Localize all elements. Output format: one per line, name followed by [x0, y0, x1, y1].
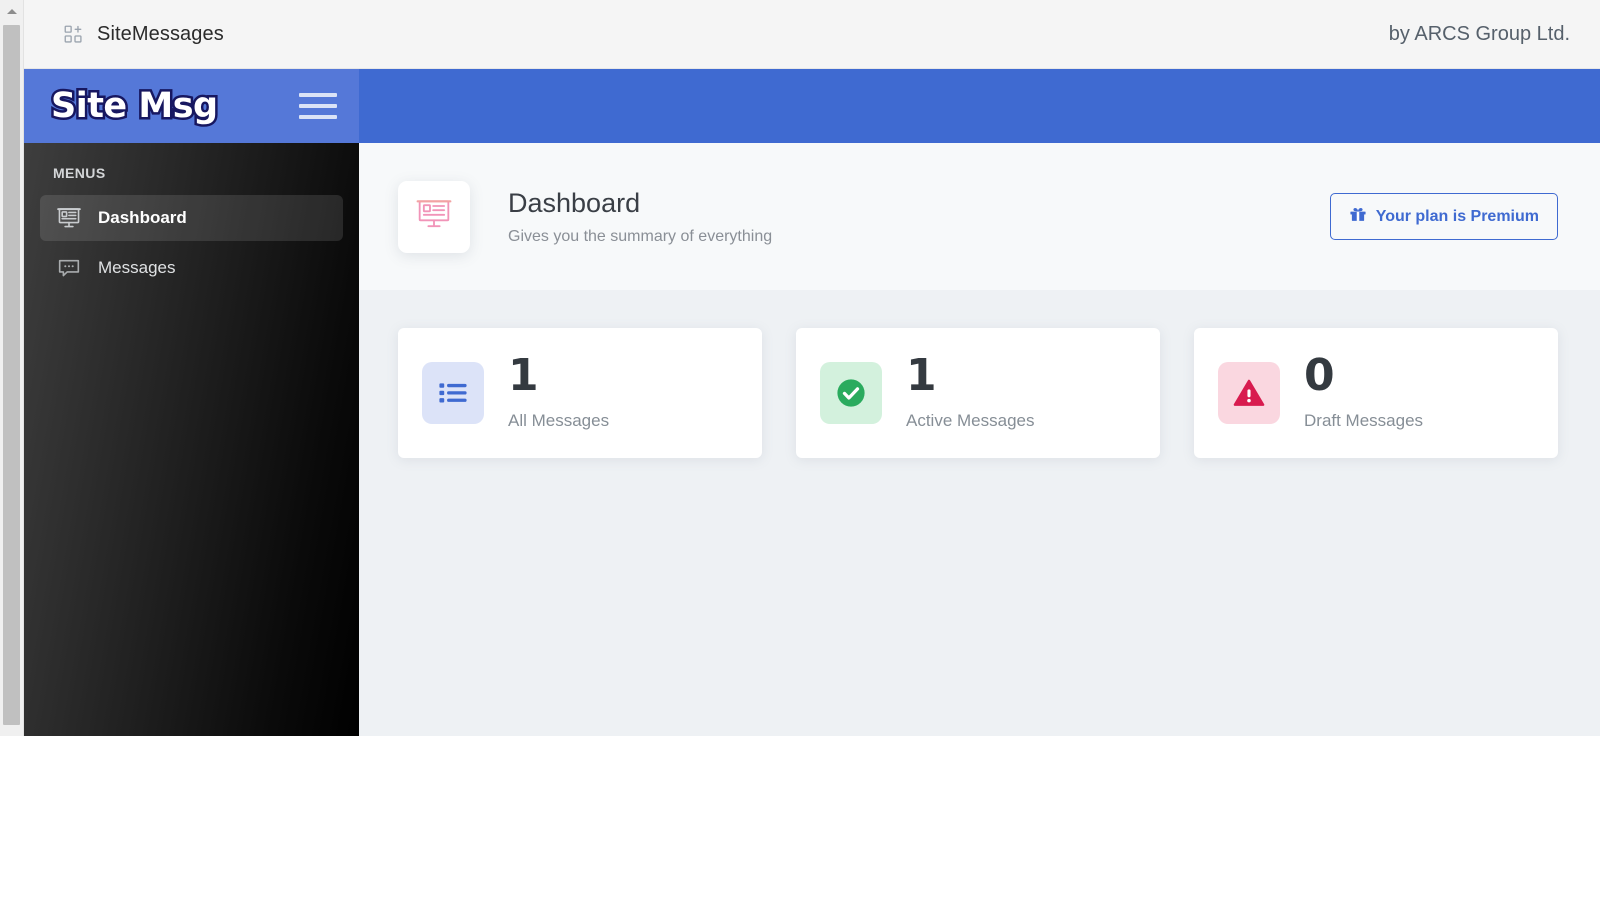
top-utility-bar: SiteMessages by ARCS Group Ltd.	[24, 0, 1600, 69]
hamburger-bar	[299, 93, 337, 97]
presentation-board-icon	[414, 194, 454, 239]
sidebar-item-label: Dashboard	[98, 208, 187, 228]
stat-value: 0	[1304, 354, 1423, 398]
presentation-board-icon	[56, 205, 82, 231]
stat-text-group: 1 All Messages	[508, 354, 609, 431]
sidebar-item-label: Messages	[98, 258, 175, 278]
logo-zone: Site Msg	[24, 69, 359, 143]
gift-icon	[1349, 205, 1367, 228]
scrollbar-thumb[interactable]	[3, 25, 20, 725]
page-subtitle: Gives you the summary of everything	[508, 228, 772, 246]
vendor-credit: by ARCS Group Ltd.	[1389, 23, 1570, 46]
chat-bubble-icon	[56, 255, 82, 281]
plan-badge-label: Your plan is Premium	[1376, 208, 1539, 226]
hamburger-bar	[299, 115, 337, 119]
brand-name: SiteMessages	[97, 23, 224, 46]
stat-label: Draft Messages	[1304, 411, 1423, 431]
page-header: Dashboard Gives you the summary of every…	[359, 143, 1600, 290]
app-logo[interactable]: Site Msg	[51, 86, 218, 126]
stat-card-active-messages[interactable]: 1 Active Messages	[796, 328, 1160, 458]
sidebar-section-label: MENUS	[40, 165, 343, 181]
page-title: Dashboard	[508, 187, 772, 221]
main-content: Dashboard Gives you the summary of every…	[359, 143, 1600, 736]
stat-label: Active Messages	[906, 411, 1035, 431]
stat-text-group: 0 Draft Messages	[1304, 354, 1423, 431]
stat-value: 1	[906, 354, 1035, 398]
page-header-text: Dashboard Gives you the summary of every…	[508, 187, 772, 246]
sidebar-item-messages[interactable]: Messages	[40, 245, 343, 291]
sidebar-item-dashboard[interactable]: Dashboard	[40, 195, 343, 241]
plan-badge-button[interactable]: Your plan is Premium	[1330, 193, 1558, 240]
sidebar: MENUS Dashboard	[24, 143, 359, 736]
stat-text-group: 1 Active Messages	[906, 354, 1035, 431]
stats-row: 1 All Messages 1 Active Messages	[359, 290, 1600, 458]
stat-card-all-messages[interactable]: 1 All Messages	[398, 328, 762, 458]
stat-value: 1	[508, 354, 609, 398]
warning-triangle-icon	[1218, 362, 1280, 424]
check-circle-icon	[820, 362, 882, 424]
topbar-left-group: SiteMessages	[64, 23, 224, 46]
apps-add-icon[interactable]	[64, 25, 83, 44]
vertical-scrollbar[interactable]	[0, 0, 24, 736]
stat-card-draft-messages[interactable]: 0 Draft Messages	[1194, 328, 1558, 458]
scrollbar-up-button[interactable]	[0, 0, 23, 22]
hamburger-bar	[299, 104, 337, 108]
application-root: SiteMessages by ARCS Group Ltd. Site Msg…	[0, 0, 1600, 900]
page-viewport: SiteMessages by ARCS Group Ltd. Site Msg…	[24, 0, 1600, 736]
stat-label: All Messages	[508, 411, 609, 431]
caret-up-icon	[7, 9, 17, 14]
list-icon	[422, 362, 484, 424]
app-header-band: Site Msg	[24, 69, 1600, 143]
hamburger-icon[interactable]	[299, 91, 337, 121]
page-icon-tile	[398, 181, 470, 253]
